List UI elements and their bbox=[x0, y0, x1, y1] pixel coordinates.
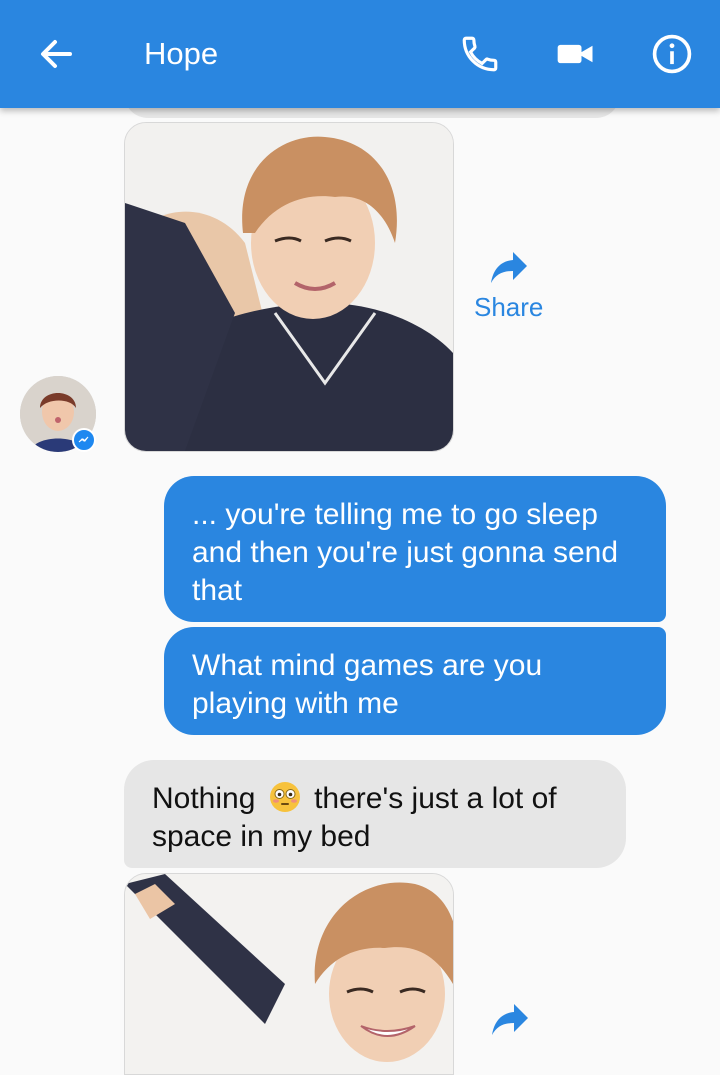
outgoing-message[interactable]: What mind games are you playing with me bbox=[164, 627, 666, 735]
voice-call-button[interactable] bbox=[454, 28, 506, 80]
share-arrow-icon bbox=[490, 252, 527, 283]
conversation-title[interactable]: Hope bbox=[144, 34, 218, 74]
back-button[interactable] bbox=[30, 28, 82, 80]
phone-icon bbox=[462, 36, 498, 72]
message-text: ... you're telling me to go sleep and th… bbox=[192, 498, 619, 607]
share-label: Share bbox=[474, 292, 544, 322]
video-camera-icon bbox=[557, 44, 593, 64]
flushed-face-emoji bbox=[269, 782, 300, 812]
photo-image bbox=[125, 874, 453, 1074]
photo-image bbox=[125, 123, 453, 451]
info-button[interactable] bbox=[646, 28, 698, 80]
message-text-start: Nothing bbox=[152, 782, 256, 815]
chat-header: Hope bbox=[0, 0, 720, 108]
shared-photo[interactable] bbox=[124, 122, 454, 452]
share-action[interactable] bbox=[490, 1002, 530, 1038]
incoming-message[interactable]: Nothing there's just a lot of space in m… bbox=[124, 760, 626, 868]
share-action[interactable]: Share bbox=[474, 250, 543, 323]
share-arrow-icon bbox=[492, 1004, 528, 1035]
messenger-icon bbox=[78, 436, 89, 443]
video-call-button[interactable] bbox=[550, 28, 602, 80]
messenger-badge bbox=[72, 428, 96, 452]
message-text: What mind games are you playing with me bbox=[192, 649, 543, 720]
outgoing-message[interactable]: ... you're telling me to go sleep and th… bbox=[164, 476, 666, 622]
arrow-left-icon bbox=[41, 40, 72, 68]
info-icon bbox=[652, 34, 692, 74]
